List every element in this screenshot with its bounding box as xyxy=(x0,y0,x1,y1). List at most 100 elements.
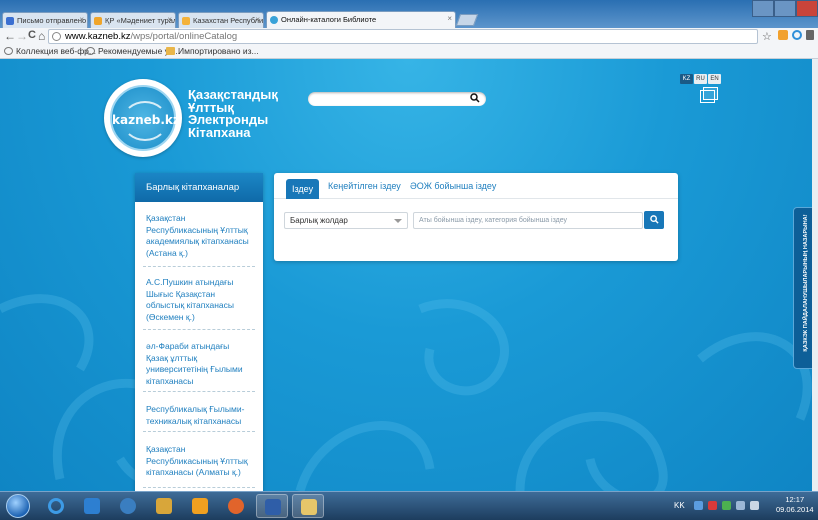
books-icon[interactable] xyxy=(700,86,720,104)
app-icon xyxy=(156,498,172,514)
folder-icon xyxy=(301,499,317,515)
browser-tab-1[interactable]: Письмо отправлено - das × xyxy=(2,12,88,28)
browser-tab-2[interactable]: ҚР «Мәдениет туралы» За × xyxy=(90,12,176,28)
close-icon[interactable]: × xyxy=(447,14,452,23)
scrollbar[interactable] xyxy=(812,59,818,491)
volume-icon[interactable] xyxy=(750,501,759,510)
start-button[interactable] xyxy=(6,494,30,518)
close-icon[interactable]: × xyxy=(79,15,84,24)
divider xyxy=(143,391,255,392)
sidebar-item-library[interactable]: әл-Фараби атындағы Қазақ ұлттық универси… xyxy=(135,341,263,387)
globe-icon xyxy=(4,47,13,55)
bookmarks-bar: Коллекция веб-фр... Рекомендуемые уз... … xyxy=(0,45,818,59)
app-icon xyxy=(192,498,208,514)
sidebar-item-library[interactable]: А.С.Пушкин атындағы Шығыс Қазақстан облы… xyxy=(135,277,263,323)
site-logo[interactable]: kazneb.kz xyxy=(104,79,182,157)
globe-icon xyxy=(270,16,278,24)
lang-kz[interactable]: KZ xyxy=(680,74,693,84)
taskbar-chrome[interactable] xyxy=(292,494,324,518)
keyboard-language[interactable]: KK xyxy=(674,501,685,510)
clock-date: 09.06.2014 xyxy=(776,505,814,514)
clock-time: 12:17 xyxy=(785,495,805,504)
language-switcher: KZ RU EN xyxy=(680,71,722,84)
wrench-icon[interactable] xyxy=(806,30,814,40)
catalog-search-input[interactable]: Аты бойынша іздеу, категория бойынша ізд… xyxy=(413,212,643,229)
taskbar-app[interactable] xyxy=(112,494,144,518)
address-path: /wps/portal/onlineCatalog xyxy=(130,31,238,42)
divider xyxy=(143,266,255,267)
app-icon xyxy=(84,498,100,514)
library-sidebar: Барлық кітапханалар Қазақстан Республика… xyxy=(135,173,263,491)
network-icon[interactable] xyxy=(736,501,745,510)
site-title[interactable]: Қазақстандық Ұлттық Электронды Кітапхана xyxy=(188,88,278,140)
firefox-icon xyxy=(228,498,244,514)
sidebar-item-library[interactable]: Қазақстан Республикасының Ұлттық кітапха… xyxy=(135,444,263,479)
globe-icon xyxy=(52,32,61,41)
bookmark-star-icon[interactable]: ☆ xyxy=(762,30,772,43)
logo-inner: kazneb.kz xyxy=(110,85,180,151)
close-icon[interactable]: × xyxy=(167,15,172,24)
search-icon[interactable] xyxy=(470,93,480,103)
taskbar-word[interactable] xyxy=(256,494,288,518)
globe-icon xyxy=(86,47,95,55)
taskbar-app[interactable] xyxy=(184,494,216,518)
all-libraries-button[interactable]: Барлық кітапханалар xyxy=(135,173,263,202)
tray-icon[interactable] xyxy=(694,501,703,510)
extension-icon[interactable] xyxy=(778,30,788,40)
browser-tab-title: ҚР «Мәдениет туралы» За xyxy=(105,16,175,25)
tray-icon[interactable] xyxy=(722,501,731,510)
address-bar[interactable]: www.kazneb.kz/wps/portal/onlineCatalog xyxy=(48,29,758,44)
tab-advanced-search[interactable]: Кеңейтілген іздеу xyxy=(328,181,401,191)
close-window-button[interactable] xyxy=(796,0,818,17)
search-panel: Іздеу Кеңейтілген іздеу ӘОЖ бойынша ізде… xyxy=(274,173,678,261)
site-title-line: Кітапхана xyxy=(188,124,251,140)
sidebar-item-library[interactable]: Қазақстан Республикасының Ұлттық академи… xyxy=(135,213,263,259)
chevron-down-icon xyxy=(394,219,402,223)
browser-tab-title: Онлайн-каталоги Библиоте xyxy=(281,15,377,24)
minimize-button[interactable] xyxy=(752,0,774,17)
taskbar-ie[interactable] xyxy=(40,494,72,518)
page-content: kazneb.kz Қазақстандық Ұлттық Электронды… xyxy=(0,59,818,491)
maximize-button[interactable] xyxy=(774,0,796,17)
browser-tab-3[interactable]: Казахстан Республикасын × xyxy=(178,12,264,28)
taskbar-app[interactable] xyxy=(76,494,108,518)
bookmark-label: Коллекция веб-фр... xyxy=(16,46,96,56)
mail-icon xyxy=(6,17,14,25)
header-search-input[interactable] xyxy=(308,92,486,106)
word-icon xyxy=(265,499,281,515)
clock[interactable]: 12:17 09.06.2014 xyxy=(776,495,814,515)
search-icon xyxy=(649,215,659,224)
home-button[interactable]: ⌂ xyxy=(38,29,45,43)
bookmark-item[interactable]: Коллекция веб-фр... xyxy=(4,46,96,56)
divider xyxy=(143,431,255,432)
search-tabs: Іздеу Кеңейтілген іздеу ӘОЖ бойынша ізде… xyxy=(274,173,678,199)
browser-tab-title: Письмо отправлено - das xyxy=(17,16,87,25)
app-icon xyxy=(120,498,136,514)
new-tab-button[interactable] xyxy=(455,14,479,26)
back-button[interactable]: ← xyxy=(4,29,16,43)
lang-en[interactable]: EN xyxy=(708,74,721,84)
category-select[interactable]: Барлық жолдар xyxy=(284,212,408,229)
logo-text: kazneb.kz xyxy=(112,113,180,127)
ie-icon xyxy=(48,498,64,514)
reload-button[interactable]: C xyxy=(28,29,36,41)
bookmark-label: Импортировано из... xyxy=(178,46,259,56)
extension-icon[interactable] xyxy=(792,30,802,40)
divider xyxy=(143,329,255,330)
category-select-value: Барлық жолдар xyxy=(290,216,348,225)
browser-tab-active[interactable]: Онлайн-каталоги Библиоте × xyxy=(266,11,456,28)
taskbar-firefox[interactable] xyxy=(220,494,252,518)
search-button[interactable] xyxy=(644,211,664,229)
feedback-label: ҚАЗКЭК ПАЙДАЛАНУШЫЛАРЫНЫҢ НАЗАРЫНА! xyxy=(803,214,809,352)
taskbar-app[interactable] xyxy=(148,494,180,518)
site-icon xyxy=(94,17,102,25)
sidebar-item-library[interactable]: Республикалық Ғылыми-техникалық кітапхан… xyxy=(135,404,263,427)
folder-icon xyxy=(166,47,175,55)
lang-ru[interactable]: RU xyxy=(694,74,707,84)
close-icon[interactable]: × xyxy=(255,15,260,24)
tray-icon[interactable] xyxy=(708,501,717,510)
tab-simple-search[interactable]: Іздеу xyxy=(286,179,320,199)
bookmark-item[interactable]: Импортировано из... xyxy=(166,46,259,56)
tab-udc-search[interactable]: ӘОЖ бойынша іздеу xyxy=(410,181,496,191)
forward-button[interactable]: → xyxy=(16,29,28,43)
